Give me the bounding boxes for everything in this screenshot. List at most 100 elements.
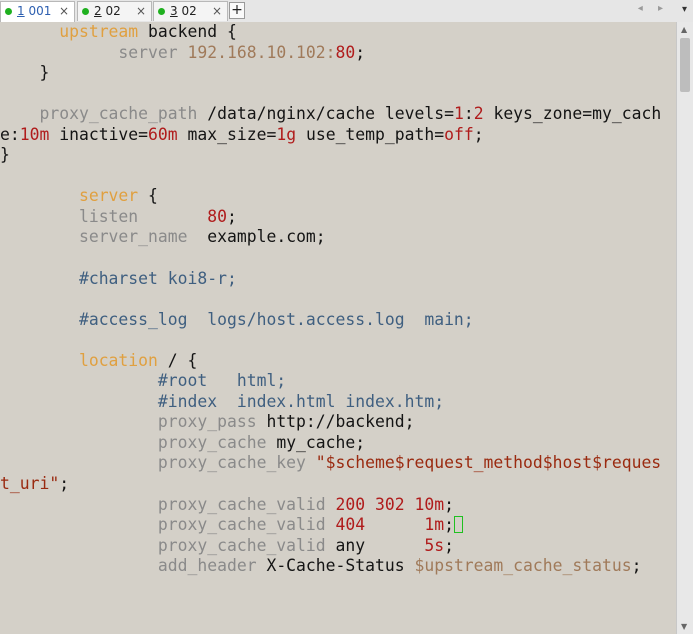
code-token: 80 (335, 42, 356, 62)
scroll-down-icon[interactable]: ▼ (681, 622, 687, 631)
code-line: proxy_cache_key "$scheme$request_method$… (0, 453, 676, 474)
modified-dot-icon (82, 8, 89, 15)
code-text: upstream backend { server 192.168.10.102… (0, 22, 676, 577)
code-token: "$scheme$request_method$host$reques (315, 453, 662, 473)
modified-dot-icon (158, 8, 165, 15)
code-line: server_name example.com; (0, 227, 676, 248)
code-token: inactive= (49, 124, 149, 144)
tab-list-dropdown-icon[interactable]: ▾ (682, 4, 687, 15)
code-token: 2 (473, 104, 484, 124)
code-editor[interactable]: upstream backend { server 192.168.10.102… (0, 22, 676, 634)
code-line: proxy_cache my_cache; (0, 433, 676, 454)
code-token: proxy_cache_path (39, 104, 198, 124)
code-line: proxy_cache_valid 404 1m; (0, 515, 676, 536)
code-token: keys_zone=my_cach (483, 104, 662, 124)
code-token: #index index.html index.htm; (157, 391, 445, 411)
tab-1[interactable]: 1 001 × (0, 1, 75, 22)
code-token: #root html; (157, 371, 287, 391)
code-line: #charset koi8-r; (0, 269, 676, 290)
tab-label: 1 001 (17, 4, 52, 18)
new-tab-button[interactable]: + (229, 2, 245, 19)
code-token: proxy_pass (157, 412, 257, 432)
code-token: 200 302 10m (335, 494, 445, 514)
code-line: proxy_pass http://backend; (0, 412, 676, 433)
code-token: my_cache; (266, 432, 366, 452)
code-token: ; (444, 535, 454, 555)
text-cursor (453, 516, 463, 534)
code-token: server (118, 42, 178, 62)
code-token: / { (157, 350, 198, 370)
code-token: 1g (276, 124, 297, 144)
code-line: listen 80; (0, 207, 676, 228)
code-line: #access_log logs/host.access.log main; (0, 310, 676, 331)
tab-scroll-arrows-icon[interactable]: ◂ ▸ (638, 3, 669, 14)
code-token: ; (59, 474, 70, 494)
code-token: max_size= (177, 124, 277, 144)
code-line: location / { (0, 351, 676, 372)
code-token: 60m (148, 124, 178, 144)
close-icon[interactable]: × (59, 2, 69, 21)
code-token: ; (473, 124, 484, 144)
code-token: ; (444, 494, 454, 514)
tab-2[interactable]: 2 02 × (77, 1, 152, 21)
code-token: ; (227, 206, 237, 226)
code-token: $upstream_cache_status (414, 556, 632, 576)
code-token: server_name (78, 227, 188, 247)
code-token: upstream (59, 22, 139, 41)
code-line: add_header X-Cache-Status $upstream_cach… (0, 556, 676, 577)
code-token: 10m (19, 124, 50, 144)
scrollbar-thumb[interactable] (680, 38, 690, 92)
tab-3[interactable]: 3 02 × (153, 1, 228, 21)
tab-label: 2 02 (94, 4, 121, 18)
close-icon[interactable]: × (212, 2, 222, 21)
code-token: proxy_cache_valid (157, 535, 326, 555)
code-line: proxy_cache_valid any 5s; (0, 536, 676, 557)
code-token: : (463, 104, 474, 124)
code-line: t_uri"; (0, 474, 676, 495)
code-token: http://backend; (256, 412, 415, 432)
code-token: example.com; (187, 227, 326, 247)
code-token: X-Cache-Status (256, 556, 415, 576)
code-token: proxy_cache_key (157, 453, 306, 473)
code-line: proxy_cache_path /data/nginx/cache level… (0, 104, 676, 125)
code-token: t_uri" (0, 474, 60, 494)
code-token: 1m (424, 515, 445, 535)
code-line: } (0, 63, 676, 84)
code-token: proxy_cache (157, 432, 267, 452)
code-token: server (78, 186, 139, 206)
code-token: proxy_cache_valid (157, 494, 326, 514)
close-icon[interactable]: × (136, 2, 146, 21)
code-token: { (138, 186, 158, 206)
scroll-up-icon[interactable]: ▲ (681, 25, 687, 34)
code-token: ; (355, 42, 366, 62)
code-line: #index index.html index.htm; (0, 392, 676, 413)
code-token: } (0, 145, 10, 165)
tab-bar: 1 001 × 2 02 × 3 02 × + ◂ ▸ ▾ (0, 0, 693, 23)
code-line: server 192.168.10.102:80; (0, 43, 676, 64)
tab-label: 3 02 (170, 4, 197, 18)
vertical-scrollbar[interactable]: ▲ ▼ (676, 22, 693, 634)
